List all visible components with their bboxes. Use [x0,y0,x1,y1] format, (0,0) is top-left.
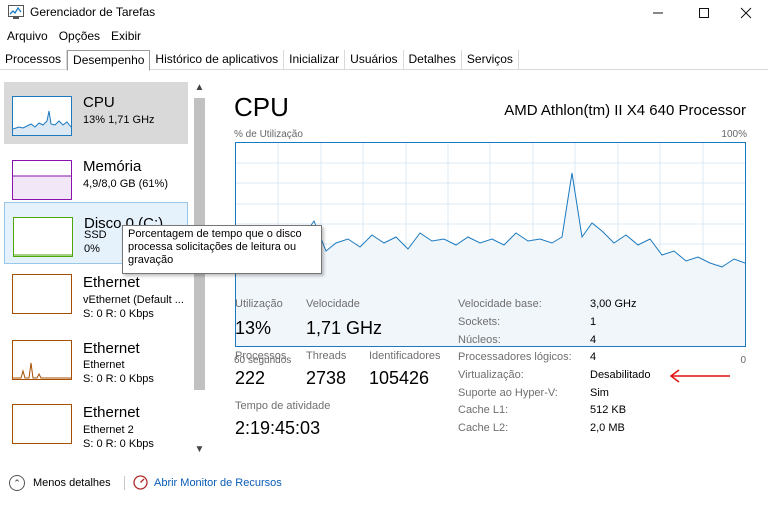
sockets-label: Sockets: [458,316,501,328]
sidebar-cpu-sub: 13% 1,71 GHz [83,114,155,126]
open-resource-monitor-link[interactable]: Abrir Monitor de Recursos [154,477,282,489]
cache-l2-label: Cache L2: [458,422,509,434]
sidebar-ethernet-1-title: Ethernet [83,274,140,291]
chevron-up-icon[interactable]: ⌃ [9,475,25,491]
logical-processors-value: 4 [590,351,597,363]
uptime-label: Tempo de atividade [235,400,331,412]
page-title: CPU [234,92,289,122]
sidebar-item-ethernet-2[interactable]: Ethernet Ethernet S: 0 R: 0 Kbps [4,332,188,394]
ethernet-1-thumbnail [12,274,72,314]
sidebar-ethernet-2-title: Ethernet [83,340,140,357]
tooltip-line-2: processa solicitações de leitura ou [128,241,297,253]
hyperv-support-label: Suporte ao Hyper-V: [458,387,558,399]
handles-value: 105426 [369,368,430,388]
cache-l1-value: 512 KB [590,404,627,416]
sidebar-memory-title: Memória [83,158,142,175]
processes-label: Processos [235,350,287,362]
graph-max-label: 100% [721,129,747,140]
sidebar-ethernet-1-adapter: vEthernet (Default ... [83,294,184,306]
sidebar-item-ethernet-1[interactable]: Ethernet vEthernet (Default ... S: 0 R: … [4,266,188,328]
handles-label: Identificadores [369,350,441,362]
tab-usuarios[interactable]: Usuários [345,50,404,70]
speed-value: 1,71 GHz [306,318,383,338]
graph-axis-end: 0 [740,355,746,366]
sidebar-ethernet-2-rate: S: 0 R: 0 Kbps [83,373,154,385]
hyperv-support-value: Sim [590,387,609,399]
sidebar-memory-sub: 4,9/8,0 GB (61%) [83,178,168,190]
sidebar-disk-usage: 0% [84,243,100,255]
scroll-up-icon[interactable]: ▲ [191,82,208,96]
tab-inicializar[interactable]: Inicializar [284,50,346,70]
virtualization-value: Desabilitado [590,369,651,381]
maximize-icon [699,8,709,18]
tooltip-line-1: Porcentagem de tempo que o disco [128,228,302,240]
resource-monitor-icon[interactable] [133,475,148,490]
uptime-value: 2:19:45:03 [235,418,321,438]
tab-detalhes[interactable]: Detalhes [404,50,462,70]
less-details-link[interactable]: Menos detalhes [33,477,111,489]
sidebar-item-ethernet-3[interactable]: Ethernet Ethernet 2 S: 0 R: 0 Kbps [4,396,188,458]
ethernet-3-thumbnail [12,404,72,444]
utilization-value: 13% [235,318,272,338]
graph-label: % de Utilização [234,129,303,140]
footer-bar: ⌃ Menos detalhes Abrir Monitor de Recurs… [0,470,768,498]
virtualization-label: Virtualização: [458,369,524,381]
sidebar-ethernet-3-title: Ethernet [83,404,140,421]
scroll-down-icon[interactable]: ▼ [191,444,208,458]
minimize-icon [653,12,663,14]
cpu-thumbnail [12,96,72,136]
utilization-label: Utilização [235,298,283,310]
tab-servicos[interactable]: Serviços [462,50,519,70]
menu-exibir[interactable]: Exibir [107,27,145,45]
sidebar-ethernet-3-adapter: Ethernet 2 [83,424,134,436]
cores-value: 4 [590,334,597,346]
threads-label: Threads [306,350,347,362]
sidebar-item-cpu[interactable]: CPU 13% 1,71 GHz [4,82,188,144]
cache-l2-value: 2,0 MB [590,422,625,434]
base-speed-label: Velocidade base: [458,298,542,310]
sidebar-item-memory[interactable]: Memória 4,9/8,0 GB (61%) [4,146,188,208]
tooltip-line-3: gravação [128,254,174,266]
sidebar-ethernet-1-rate: S: 0 R: 0 Kbps [83,308,154,320]
processes-value: 222 [235,368,266,388]
menu-arquivo[interactable]: Arquivo [3,27,52,45]
logical-processors-label: Processadores lógicos: [458,351,572,363]
sidebar-disk-sub: SSD [84,229,107,241]
tab-bar: Processos Desempenho Histórico de aplica… [0,50,768,71]
base-speed-value: 3,00 GHz [590,298,637,310]
minimize-button[interactable] [636,0,680,26]
cache-l1-label: Cache L1: [458,404,509,416]
menu-bar: Arquivo Opções Exibir [0,27,145,45]
sidebar-ethernet-3-rate: S: 0 R: 0 Kbps [83,438,154,450]
threads-value: 2738 [306,368,347,388]
close-icon [740,7,752,19]
red-arrow-annotation-icon [669,369,730,383]
disk-thumbnail [13,217,73,257]
ethernet-2-thumbnail [12,340,72,380]
sidebar-ethernet-2-adapter: Ethernet [83,359,125,371]
tab-desempenho[interactable]: Desempenho [67,50,151,71]
menu-opcoes[interactable]: Opções [55,27,104,45]
speed-label: Velocidade [306,298,360,310]
tab-processos[interactable]: Processos [0,50,68,70]
tab-historico[interactable]: Histórico de aplicativos [150,50,285,70]
sidebar-cpu-title: CPU [83,94,115,111]
close-button[interactable] [724,0,768,26]
maximize-button[interactable] [682,0,726,26]
cores-label: Núcleos: [458,334,501,346]
memory-thumbnail [12,160,72,200]
task-manager-icon [8,5,24,19]
sockets-value: 1 [590,316,597,328]
cpu-model: AMD Athlon(tm) II X4 640 Processor [504,102,746,119]
disk-tooltip: Porcentagem de tempo que o disco process… [122,225,322,274]
footer-divider [124,476,125,490]
title-bar: Gerenciador de Tarefas [0,0,768,26]
window-title: Gerenciador de Tarefas [30,5,156,19]
